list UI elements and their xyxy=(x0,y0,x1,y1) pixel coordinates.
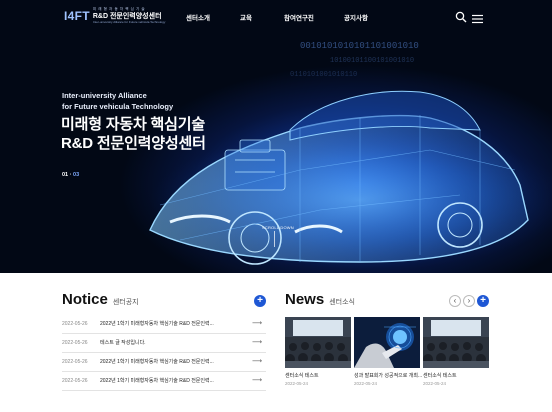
svg-text:10100101100101001010: 10100101100101001010 xyxy=(330,57,414,65)
list-item[interactable]: 2022-05-26 2022년 1학기 미래형자동차 핵심기술 R&D 전문인… xyxy=(62,353,266,372)
news-subtitle: 센터소식 xyxy=(329,299,355,306)
news-date: 2022-05-24 xyxy=(354,381,378,386)
hero-banner: 0010101010101101001010 10100101100101001… xyxy=(0,0,552,273)
news-date: 2022-05-24 xyxy=(285,381,309,386)
notice-text: 2022년 1학기 미래형자동차 핵심기술 R&D 전문인력... xyxy=(100,321,214,327)
site-logo[interactable]: I4FT 미 래 형 자 동 차 핵 심 기 술 R&D 전문인력양성센터 In… xyxy=(64,7,166,24)
notice-text: 테스트 글 작성입니다. xyxy=(100,340,146,346)
news-thumbnail-robot xyxy=(354,317,420,368)
news-card[interactable]: 센터소식 테스트 2022-05-24 xyxy=(285,317,351,386)
notice-date: 2022-05-26 xyxy=(62,340,88,346)
search-icon[interactable] xyxy=(455,10,467,23)
notice-more-button[interactable]: + xyxy=(254,295,266,307)
hero-subtitle-line2: for Future vehicula Technology xyxy=(62,102,174,111)
arrow-right-icon: ⟶ xyxy=(252,320,263,327)
binary-code-text: 0010101010101101001010 xyxy=(300,41,419,51)
news-card[interactable]: 성과 발표회가 성공적으로 개최... 2022-05-24 xyxy=(354,317,423,386)
notice-text: 2022년 1학기 미래형자동차 핵심기술 R&D 전문인력... xyxy=(100,378,214,384)
news-card[interactable]: 센터소식 테스트 2022-05-24 xyxy=(423,317,489,386)
logo-sub-text: Inter-university Alliance for Future veh… xyxy=(92,19,166,24)
news-date: 2022-05-24 xyxy=(423,381,447,386)
hero-subtitle-line1: Inter-university Alliance xyxy=(62,91,147,100)
hero-subtitle: Inter-university Alliance for Future veh… xyxy=(62,90,173,112)
news-caption: 센터소식 테스트 xyxy=(423,373,457,379)
logo-mark: I4FT xyxy=(64,8,90,23)
news-prev-button[interactable]: ‹ xyxy=(449,295,461,307)
nav-item-researchers[interactable]: 참여연구진 xyxy=(284,12,314,22)
notice-title: Notice xyxy=(62,291,108,308)
logo-small-text: 미 래 형 자 동 차 핵 심 기 술 xyxy=(92,7,146,11)
list-item[interactable]: 2022-05-26 2022년 1학기 미래형자동차 핵심기술 R&D 전문인… xyxy=(62,372,266,391)
list-item[interactable]: 2022-05-26 테스트 글 작성입니다. ⟶ xyxy=(62,334,266,353)
arrow-right-icon: ⟶ xyxy=(252,358,263,365)
notice-date: 2022-05-26 xyxy=(62,321,88,327)
news-caption: 센터소식 테스트 xyxy=(285,373,319,379)
pager-total: 03 xyxy=(73,172,80,178)
notice-date: 2022-05-26 xyxy=(62,359,88,365)
news-title: News xyxy=(285,291,325,308)
list-item[interactable]: 2022-05-26 2022년 1학기 미래형자동차 핵심기술 R&D 전문인… xyxy=(62,315,266,334)
notice-subtitle: 센터공지 xyxy=(112,299,139,306)
nav-item-notices[interactable]: 공지사항 xyxy=(344,12,368,22)
news-caption: 성과 발표회가 성공적으로 개최... xyxy=(354,373,423,379)
hero-title: 미래형 자동차 핵심기술 R&D 전문인력양성센터 xyxy=(61,115,206,153)
news-next-button[interactable]: › xyxy=(463,295,475,307)
news-thumbnail-seminar xyxy=(423,317,489,368)
news-more-button[interactable]: + xyxy=(477,295,489,307)
arrow-right-icon: ⟶ xyxy=(252,377,263,384)
pager-current: 01 xyxy=(62,172,69,178)
svg-text:0110101001010110: 0110101001010110 xyxy=(290,71,357,79)
nav-item-education[interactable]: 교육 xyxy=(240,12,252,22)
notice-section: Notice 센터공지 + 2022-05-26 2022년 1학기 미래형자동… xyxy=(62,291,266,391)
notice-heading: Notice 센터공지 xyxy=(62,291,266,308)
notice-date: 2022-05-26 xyxy=(62,378,88,384)
notice-text: 2022년 1학기 미래형자동차 핵심기술 R&D 전문인력... xyxy=(100,359,214,365)
scroll-down-line xyxy=(274,231,275,247)
nav-item-center-intro[interactable]: 센터소개 xyxy=(186,12,210,22)
hero-title-line1: 미래형 자동차 핵심기술 xyxy=(61,116,205,133)
arrow-right-icon: ⟶ xyxy=(252,339,263,346)
slide-pager[interactable]: 01 · 03 xyxy=(62,172,79,178)
news-thumbnail-seminar xyxy=(285,317,351,368)
hamburger-menu-icon[interactable] xyxy=(472,11,483,24)
hero-title-line2: R&D 전문인력양성센터 xyxy=(61,135,206,152)
logo-main-text: R&D 전문인력양성센터 xyxy=(92,12,162,20)
scroll-down-label[interactable]: SCROLL DOWN xyxy=(262,225,294,230)
news-section: News 센터소식 ‹ › + 센터소식 테스트 2022-05-24 성과 발… xyxy=(285,291,491,386)
site-header: I4FT 미 래 형 자 동 차 핵 심 기 술 R&D 전문인력양성센터 In… xyxy=(0,0,552,32)
